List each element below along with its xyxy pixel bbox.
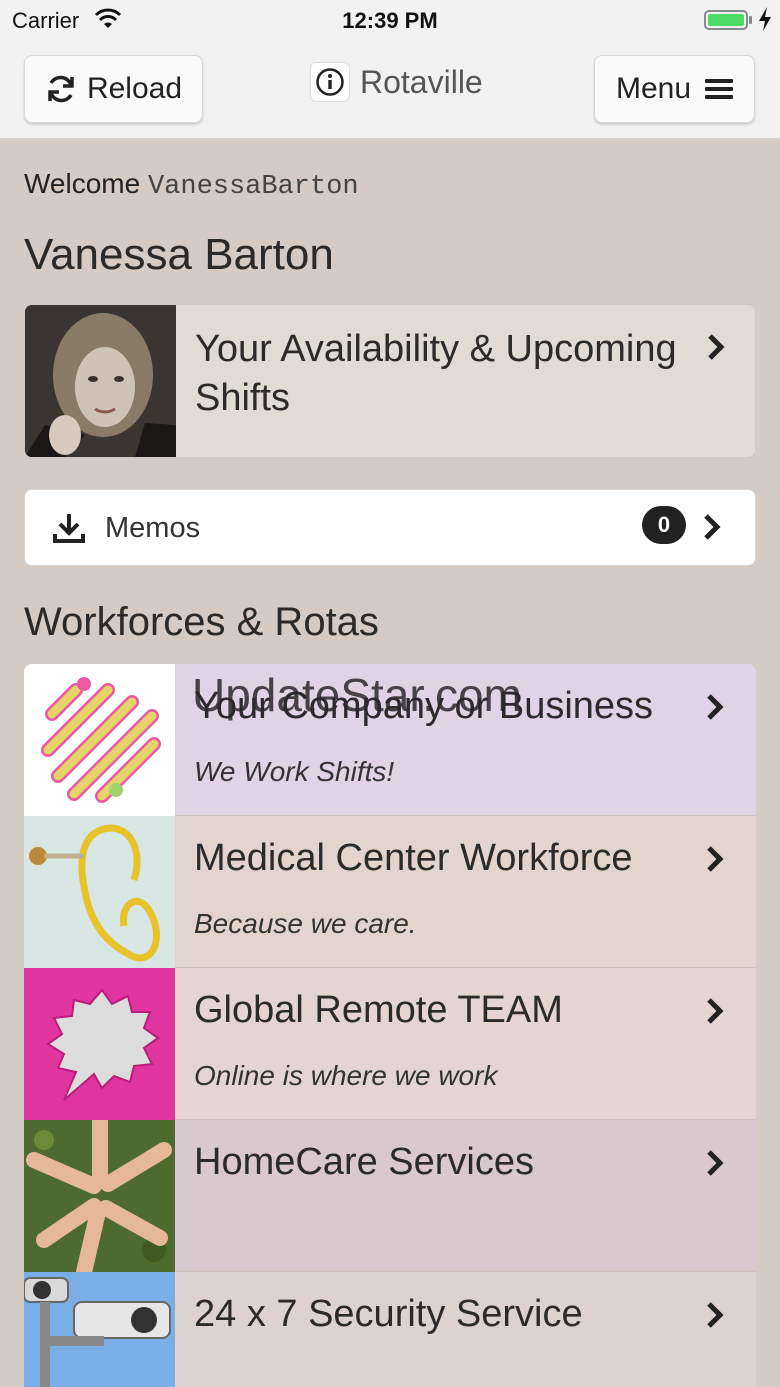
welcome-text: Welcome VanessaBarton	[24, 168, 359, 202]
chevron-right-icon	[707, 694, 724, 720]
battery-icon	[704, 10, 752, 30]
welcome-username: VanessaBarton	[147, 172, 359, 202]
chevron-right-icon	[708, 334, 725, 360]
workforce-row-medical[interactable]: Medical Center Workforce Because we care…	[24, 816, 756, 968]
info-icon	[310, 62, 350, 102]
user-full-name: Vanessa Barton	[24, 230, 334, 279]
workforce-list: Your Company or Business We Work Shifts!…	[24, 664, 756, 1387]
charging-bolt-icon	[759, 7, 771, 31]
reload-button[interactable]: Reload	[24, 55, 203, 123]
workforce-row-global-remote[interactable]: Global Remote TEAM Online is where we wo…	[24, 968, 756, 1120]
workforce-title: HomeCare Services	[194, 1141, 534, 1183]
memos-count-badge: 0	[642, 506, 686, 544]
workforce-title: 24 x 7 Security Service	[194, 1293, 583, 1335]
memos-label: Memos	[105, 512, 201, 544]
workforce-subtitle: Because we care.	[194, 908, 417, 939]
chevron-right-icon	[707, 846, 724, 872]
workforces-section-title: Workforces & Rotas	[24, 600, 379, 644]
hamburger-icon	[705, 79, 734, 99]
download-icon	[53, 514, 85, 543]
workforce-row-homecare[interactable]: HomeCare Services	[24, 1120, 756, 1272]
status-bar: Carrier 12:39 PM	[0, 0, 780, 40]
workforce-title: Your Company or Business	[194, 685, 654, 727]
memos-card[interactable]: Memos 0	[24, 489, 756, 566]
joined-hands-image	[24, 1120, 175, 1272]
company-logo-image	[24, 664, 175, 816]
avatar	[25, 305, 176, 457]
nav-bar: Reload Rotaville Menu	[0, 40, 780, 140]
menu-label: Menu	[615, 72, 692, 105]
workforce-row-company[interactable]: Your Company or Business We Work Shifts!	[24, 664, 756, 816]
workforce-subtitle: We Work Shifts!	[194, 756, 395, 787]
welcome-prefix: Welcome	[24, 168, 141, 199]
chevron-right-icon	[707, 998, 724, 1024]
chevron-right-icon	[707, 1150, 724, 1176]
app-title-text: Rotaville	[360, 63, 483, 100]
reload-label: Reload	[86, 72, 183, 105]
workforce-subtitle: Online is where we work	[194, 1060, 498, 1091]
chevron-right-icon	[704, 514, 721, 540]
menu-button[interactable]: Menu	[594, 55, 755, 123]
workforce-title: Global Remote TEAM	[194, 989, 563, 1031]
availability-card[interactable]: Your Availability & Upcoming Shifts	[24, 304, 756, 458]
security-camera-image	[24, 1272, 175, 1387]
chevron-right-icon	[707, 1302, 724, 1328]
workforce-row-security[interactable]: 24 x 7 Security Service	[24, 1272, 756, 1387]
speech-bubble-image	[24, 968, 175, 1120]
availability-title: Your Availability & Upcoming Shifts	[195, 328, 677, 419]
app-title[interactable]: Rotaville	[310, 60, 483, 104]
reload-icon	[48, 75, 74, 103]
status-time: 12:39 PM	[342, 8, 438, 33]
workforce-title: Medical Center Workforce	[194, 837, 633, 879]
stethoscope-image	[24, 816, 175, 968]
